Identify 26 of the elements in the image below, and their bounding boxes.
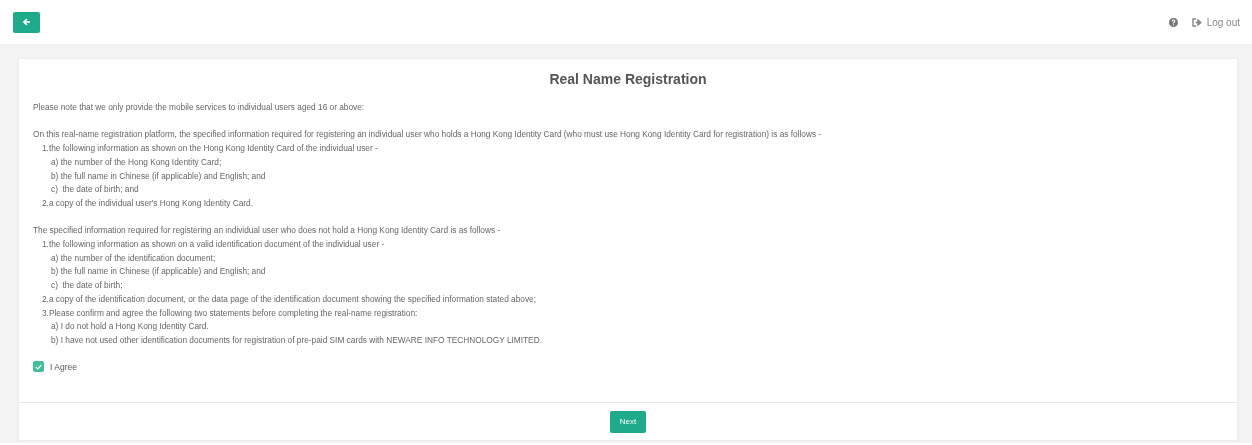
text-line: 1.the following information as shown on a valid identification document of the individual user - [41, 238, 386, 251]
text-line: 3.Please confirm and agree the following two statements before completing the real-name registration: [41, 306, 419, 320]
agree-checkbox[interactable]: I Agree [33, 361, 1223, 373]
checkbox-icon[interactable] [33, 361, 44, 373]
logout-link[interactable]: Log out [1191, 16, 1240, 28]
text-line: 2.a copy of the identification document, or the data page of the identification document showing the specified information stated above; [41, 292, 537, 306]
text-line: c) the date of birth; and [50, 183, 140, 197]
next-button[interactable]: Next [610, 410, 646, 433]
text-line: a) the number of the identification document; [50, 251, 217, 265]
arrow-left-icon [22, 18, 31, 26]
text-line: b) the full name in Chinese (if applicable) and English; and [50, 265, 267, 279]
text-line: a) the number of the Hong Kong Identity Card; [50, 155, 223, 169]
text-line: b) I have not used other identification documents for registration of pre-paid SIM cards with NEWARE INFO TECHNOLOGY LIMITED. [50, 333, 543, 347]
text-line: a) I do not hold a Hong Kong Identity Card. [50, 320, 210, 334]
sign-out-icon [1191, 17, 1202, 27]
text-line: 2.a copy of the individual user's Hong Kong Identity Card. [41, 196, 254, 210]
back-button[interactable] [13, 11, 40, 33]
text-line: c) the date of birth; [50, 279, 124, 293]
text-line: 1.the following information as shown on the Hong Kong Identity Card of the individual user - [41, 142, 379, 156]
text-line: On this real-name registration platform, the specified information required for registering an individual user who holds a Hong Kong Identity Card (who must use Hong Kong Identity Card for registration) is as follows - [33, 128, 823, 142]
text-line: Please note that we only provide the mobile services to individual users aged 16 or above: [33, 101, 366, 114]
help-icon[interactable] [1168, 17, 1178, 27]
text-line: The specified information required for registering an individual user who does not hold a Hong Kong Identity Card is as follows - [33, 224, 502, 238]
text-line: b) the full name in Chinese (if applicable) and English; and [50, 169, 267, 183]
agree-label: I Agree [50, 361, 77, 372]
page-title: Real Name Registration [548, 71, 708, 87]
